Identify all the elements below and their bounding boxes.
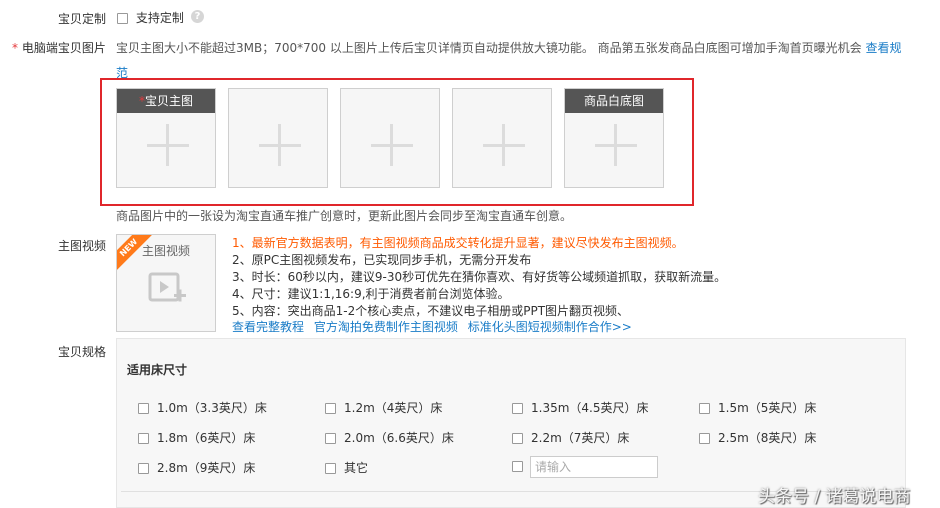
bed-size-option-label: 1.35m（4.5英尺）床 bbox=[531, 401, 649, 415]
bed-size-checkbox[interactable] bbox=[138, 433, 149, 444]
help-icon[interactable]: ? bbox=[191, 10, 204, 23]
bed-size-option-label: 1.5m（5英尺）床 bbox=[718, 401, 817, 415]
pc-images-description-text: 宝贝主图大小不能超过3MB；700*700 以上图片上传后宝贝详情页自动提供放大… bbox=[116, 41, 862, 55]
standard-video-cooperation-link[interactable]: 标准化头图短视频制作合作>> bbox=[468, 320, 632, 334]
custom-label: 宝贝定制 bbox=[58, 12, 107, 26]
bed-size-checkbox[interactable] bbox=[699, 433, 710, 444]
image-slot-main[interactable]: *宝贝主图 bbox=[116, 88, 216, 188]
bed-size-option[interactable]: 2.2m（7英尺）床 bbox=[512, 429, 629, 446]
slot-tag-text: 商品白底图 bbox=[583, 94, 644, 108]
pc-images-label-text: 电脑端宝贝图片 bbox=[21, 41, 106, 55]
bed-size-checkbox[interactable] bbox=[512, 433, 523, 444]
bed-size-option[interactable]: 2.5m（8英尺）床 bbox=[699, 429, 816, 446]
image-slot-3[interactable] bbox=[340, 88, 440, 188]
bed-size-custom-option[interactable] bbox=[512, 459, 531, 473]
plus-icon-vertical bbox=[502, 124, 505, 166]
bed-size-checkbox[interactable] bbox=[138, 463, 149, 474]
bed-size-checkbox[interactable] bbox=[138, 403, 149, 414]
spec-label: 宝贝规格 bbox=[58, 345, 107, 359]
official-video-link[interactable]: 官方淘拍免费制作主图视频 bbox=[314, 320, 458, 334]
bed-size-option[interactable]: 1.0m（3.3英尺）床 bbox=[138, 399, 267, 416]
view-guidelines-link[interactable]: 查看规 bbox=[866, 41, 902, 55]
bed-size-option-label: 2.8m（9英尺）床 bbox=[157, 461, 256, 475]
video-add-icon bbox=[148, 272, 186, 302]
video-tip-1: 1、最新官方数据表明，有主图视频商品成交转化提升显著，建议尽快发布主图视频。 bbox=[232, 236, 684, 250]
bed-size-option-label: 2.2m（7英尺）床 bbox=[531, 431, 630, 445]
bed-size-option[interactable]: 1.2m（4英尺）床 bbox=[325, 399, 442, 416]
video-box-title: 主图视频 bbox=[142, 244, 191, 258]
custom-size-input[interactable]: 请输入 bbox=[530, 456, 658, 478]
image-slot-2[interactable] bbox=[228, 88, 328, 188]
support-custom-checkbox[interactable] bbox=[117, 13, 128, 24]
bed-size-checkbox[interactable] bbox=[325, 403, 336, 414]
image-slot-white-background[interactable]: 商品白底图 bbox=[564, 88, 664, 188]
plus-icon-vertical bbox=[390, 124, 393, 166]
support-custom-option[interactable]: 支持定制 bbox=[117, 9, 184, 26]
bed-size-option-label: 1.2m（4英尺）床 bbox=[344, 401, 443, 415]
bed-size-option[interactable]: 2.0m（6.6英尺）床 bbox=[325, 429, 454, 446]
slot-tag-text: 宝贝主图 bbox=[144, 94, 193, 108]
bed-size-checkbox[interactable] bbox=[325, 433, 336, 444]
slot-tag: *宝贝主图 bbox=[117, 89, 215, 113]
bed-size-option[interactable]: 1.5m（5英尺）床 bbox=[699, 399, 816, 416]
video-links: 查看完整教程 官方淘拍免费制作主图视频 标准化头图短视频制作合作>> bbox=[232, 318, 632, 335]
watermark: 头条号 / 诸葛说电商 bbox=[758, 487, 911, 507]
bed-size-option[interactable]: 1.35m（4.5英尺）床 bbox=[512, 399, 649, 416]
bed-size-option-other[interactable]: 其它 bbox=[325, 459, 368, 476]
support-custom-label: 支持定制 bbox=[135, 11, 184, 25]
bed-size-option-label: 2.5m（8英尺）床 bbox=[718, 431, 817, 445]
pc-images-label: * 电脑端宝贝图片 bbox=[12, 39, 106, 56]
video-tip-5: 5、内容：突出商品1-2个核心卖点，不建议电子相册或PPT图片翻页视频、 bbox=[232, 304, 630, 318]
bed-size-group-title: 适用床尺寸 bbox=[127, 363, 188, 377]
image-slot-4[interactable] bbox=[452, 88, 552, 188]
bed-size-checkbox[interactable] bbox=[325, 463, 336, 474]
video-tip-4: 4、尺寸：建议1:1,16:9,利于消费者前台浏览体验。 bbox=[232, 287, 510, 301]
plus-icon-vertical bbox=[166, 124, 169, 166]
pc-images-description: 宝贝主图大小不能超过3MB；700*700 以上图片上传后宝贝详情页自动提供放大… bbox=[116, 39, 902, 56]
bed-size-checkbox[interactable] bbox=[512, 403, 523, 414]
bed-size-option-label: 1.8m（6英尺）床 bbox=[157, 431, 256, 445]
plus-icon-vertical bbox=[278, 124, 281, 166]
required-mark: * bbox=[12, 41, 18, 55]
plus-icon-vertical bbox=[614, 124, 617, 166]
pc-images-footer-note: 商品图片中的一张设为淘宝直通车推广创意时，更新此图片会同步至淘宝直通车创意。 bbox=[116, 209, 573, 223]
video-tip-3: 3、时长：60秒以内，建议9-30秒可优先在猜你喜欢、有好货等公域频道抓取，获取… bbox=[232, 270, 727, 284]
bed-size-option-label: 2.0m（6.6英尺）床 bbox=[344, 431, 454, 445]
bed-size-option-label: 其它 bbox=[344, 461, 369, 475]
full-tutorial-link[interactable]: 查看完整教程 bbox=[232, 320, 304, 334]
video-tip-2: 2、原PC主图视频发布，已实现同步手机，无需分开发布 bbox=[232, 253, 532, 267]
bed-size-checkbox[interactable] bbox=[512, 461, 523, 472]
bed-size-option[interactable]: 1.8m（6英尺）床 bbox=[138, 429, 255, 446]
bed-size-option[interactable]: 2.8m（9英尺）床 bbox=[138, 459, 255, 476]
video-label: 主图视频 bbox=[58, 239, 107, 253]
video-upload-box[interactable]: NEW 主图视频 bbox=[116, 234, 216, 332]
bed-size-checkbox[interactable] bbox=[699, 403, 710, 414]
bed-size-option-label: 1.0m（3.3英尺）床 bbox=[157, 401, 267, 415]
slot-tag: 商品白底图 bbox=[565, 89, 663, 113]
